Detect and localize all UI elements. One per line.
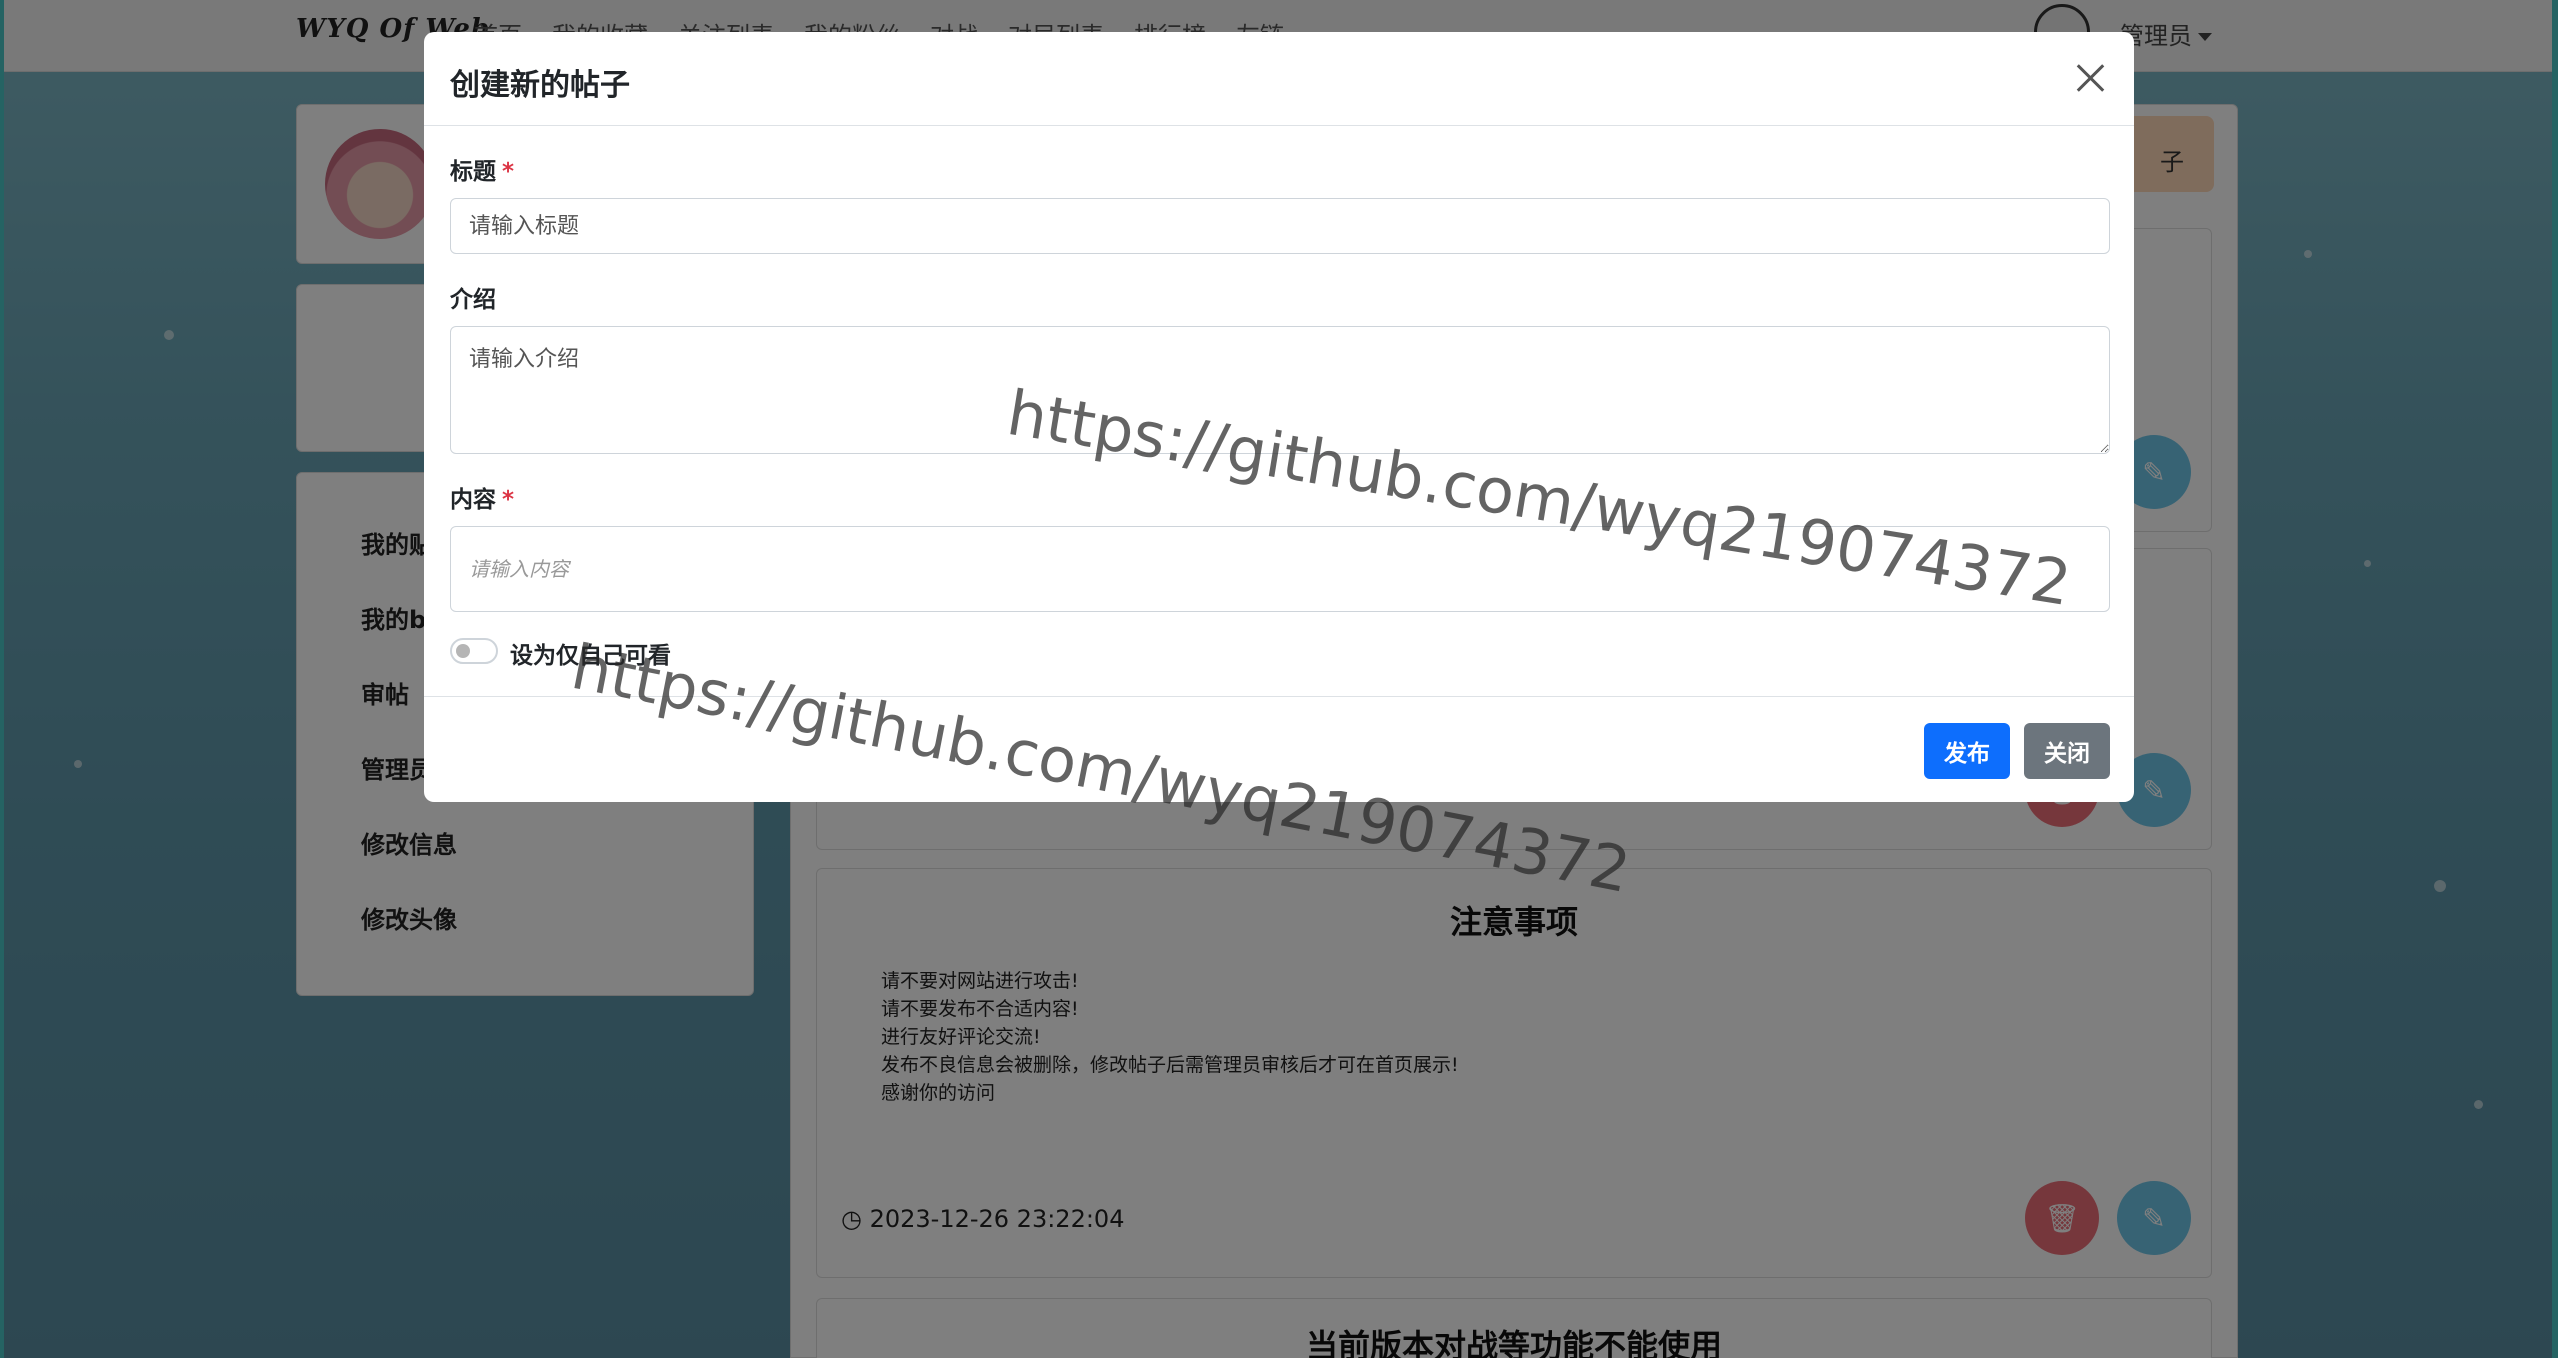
close-icon[interactable] bbox=[2070, 58, 2110, 98]
title-label: 标题 * bbox=[450, 152, 514, 186]
required-mark: * bbox=[502, 159, 515, 185]
modal-title: 创建新的帖子 bbox=[450, 68, 630, 103]
private-toggle-label[interactable]: 设为仅自己可看 bbox=[510, 636, 671, 670]
publish-button[interactable]: 发布 bbox=[1924, 723, 2010, 779]
intro-textarea[interactable] bbox=[450, 326, 2110, 454]
private-toggle[interactable] bbox=[450, 638, 498, 664]
content-label-text: 内容 bbox=[450, 487, 496, 513]
required-mark: * bbox=[502, 487, 515, 513]
close-button[interactable]: 关闭 bbox=[2024, 723, 2110, 779]
modal-footer: 发布 关闭 bbox=[424, 696, 2134, 802]
title-label-text: 标题 bbox=[450, 159, 496, 185]
intro-label: 介绍 bbox=[450, 287, 496, 313]
create-post-modal: 创建新的帖子 标题* 介绍 内容* 设为仅自己可看 发布 关闭 bbox=[424, 32, 2134, 802]
title-input[interactable] bbox=[450, 198, 2110, 254]
content-editor[interactable] bbox=[450, 526, 2110, 612]
content-label: 内容 * bbox=[450, 480, 514, 514]
modal-header: 创建新的帖子 bbox=[424, 32, 2134, 126]
